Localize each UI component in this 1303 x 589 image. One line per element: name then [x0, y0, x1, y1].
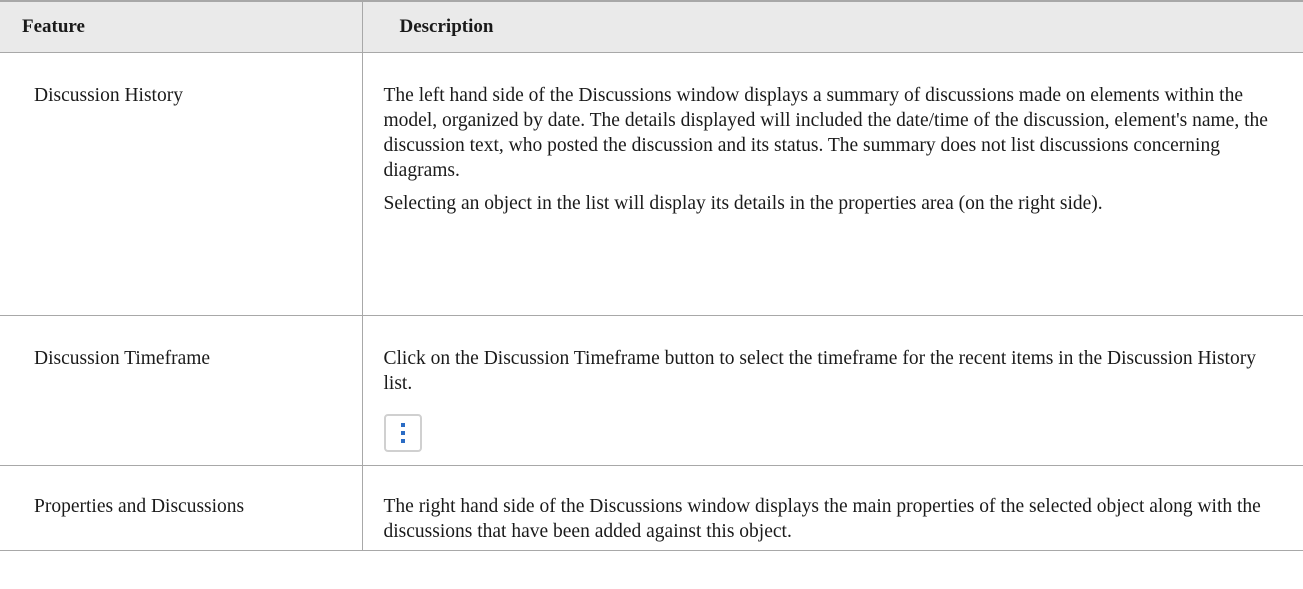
feature-name: Discussion Timeframe: [0, 315, 363, 466]
feature-table: Feature Description Discussion History T…: [0, 0, 1303, 551]
feature-description: The right hand side of the Discussions w…: [362, 465, 1303, 551]
table-row: Properties and Discussions The right han…: [0, 465, 1303, 551]
description-paragraph: Click on the Discussion Timeframe button…: [383, 348, 1256, 394]
feature-name: Properties and Discussions: [0, 465, 363, 551]
feature-description: Click on the Discussion Timeframe button…: [362, 315, 1303, 466]
description-paragraph: The right hand side of the Discussions w…: [383, 496, 1261, 542]
table-header-row: Feature Description: [0, 0, 1303, 53]
feature-column-header: Feature: [0, 0, 363, 53]
table-row: Discussion Timeframe Click on the Discus…: [0, 315, 1303, 466]
description-column-header: Description: [361, 0, 1303, 53]
discussion-timeframe-button[interactable]: [383, 414, 422, 452]
description-paragraph: The left hand side of the Discussions wi…: [383, 85, 1268, 181]
table-row: Discussion History The left hand side of…: [0, 52, 1303, 316]
vertical-ellipsis-icon: [400, 423, 405, 443]
feature-description: The left hand side of the Discussions wi…: [362, 52, 1303, 316]
feature-name: Discussion History: [0, 52, 363, 316]
description-paragraph: Selecting an object in the list will dis…: [383, 193, 1103, 214]
